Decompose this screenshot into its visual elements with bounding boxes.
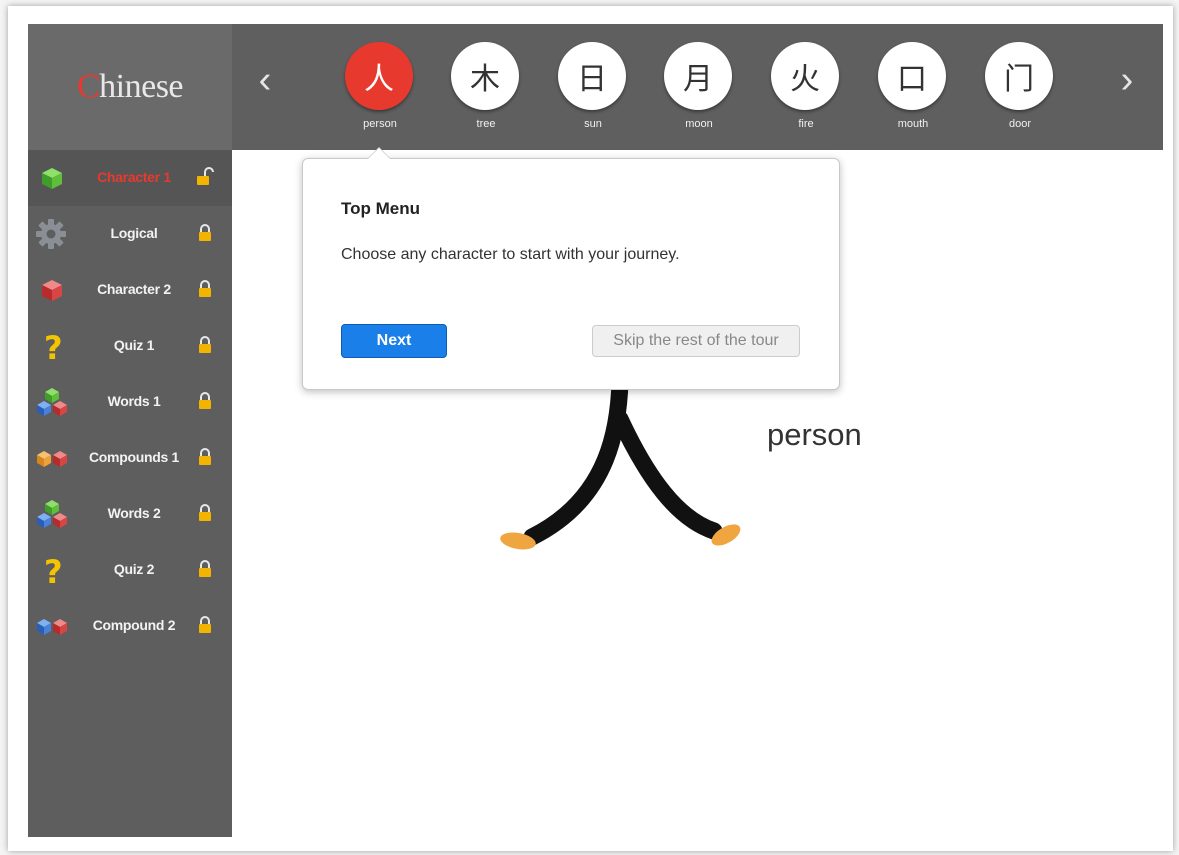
character-person[interactable]: 人 person [340,42,420,142]
sidebar-item-quiz-1[interactable]: ? Quiz 1 [28,318,232,374]
padlock-icon [199,392,211,409]
sidebar-item-words-1[interactable]: Words 1 [28,374,232,430]
cubes-pair-icon [37,619,67,635]
skip-tour-button[interactable]: Skip the rest of the tour [592,325,800,357]
sidebar-item-character-1[interactable]: Character 1 [28,150,232,206]
character-label: person [363,118,397,130]
padlock-icon [199,448,211,465]
character-glyph: 月 [664,42,732,110]
sidebar-item-quiz-2[interactable]: ? Quiz 2 [28,542,232,598]
character-glyph: 木 [451,42,519,110]
sidebar-item-label: Logical [110,225,158,241]
sidebar-item-character-2[interactable]: Character 2 [28,262,232,318]
red-cube-icon [42,280,62,301]
character-moon[interactable]: 月 moon [659,42,739,142]
character-glyph: 火 [771,42,839,110]
padlock-icon [199,616,211,633]
sidebar-item-words-2[interactable]: Words 2 [28,486,232,542]
character-glyph: 口 [878,42,946,110]
sidebar-item-compound-2[interactable]: Compound 2 [28,598,232,654]
top-menu: Chinese ‹ 人 person 木 tree 日 sun 月 moon 火 [28,24,1163,150]
character-label: sun [584,118,602,130]
sidebar-item-label: Character 1 [97,169,171,185]
character-label: door [1008,118,1032,130]
character-label: tree [476,118,496,130]
cubes-pair-icon [37,451,67,467]
character-glyph: 门 [985,42,1053,110]
cubes-stack-icon [37,388,67,416]
logo-accent-letter: C [76,68,100,105]
sidebar-item-label: Words 1 [107,393,161,409]
prev-arrow-button[interactable]: ‹ [250,58,280,102]
sidebar-item-logical[interactable]: Logical [28,206,232,262]
gear-icon [36,219,66,249]
sidebar-item-label: Compound 2 [92,617,176,633]
padlock-icon [199,336,211,353]
character-label: mouth [897,118,929,130]
question-mark-icon: ? [44,330,63,362]
svg-text:?: ? [44,554,63,586]
cubes-stack-icon [37,500,67,528]
character-glyph: 人 [345,42,413,110]
sidebar-item-label: Character 2 [97,281,171,297]
popover-pointer [367,147,391,159]
padlock-icon [199,280,211,297]
question-mark-icon: ? [44,554,63,586]
character-meaning: person [767,417,862,452]
padlock-icon [199,504,211,521]
sidebar-item-label: Compounds 1 [88,449,180,465]
tour-title: Top Menu [341,199,420,218]
sidebar-item-compounds-1[interactable]: Compounds 1 [28,430,232,486]
padlock-icon [199,560,211,577]
sidebar-item-label: Quiz 1 [113,337,155,353]
app-window: Chinese ‹ 人 person 木 tree 日 sun 月 moon 火 [28,24,1163,837]
sidebar-item-label: Quiz 2 [113,561,155,577]
character-sun[interactable]: 日 sun [553,42,633,142]
padlock-icon [199,224,211,241]
sidebar-item-label: Words 2 [107,505,161,521]
logo-area: Chinese [28,24,232,150]
logo-text: hinese [99,68,184,105]
character-mouth[interactable]: 口 mouth [873,42,953,142]
next-button[interactable]: Next [341,324,447,358]
character-door[interactable]: 门 door [980,42,1060,142]
tour-text: Choose any character to start with your … [341,246,680,263]
character-carousel: 人 person 木 tree 日 sun 月 moon 火 fire 口 mo… [340,42,1060,142]
green-cube-icon [42,168,62,189]
character-tree[interactable]: 木 tree [446,42,526,142]
next-arrow-button[interactable]: › [1112,58,1142,102]
character-label: moon [685,118,713,130]
logo[interactable]: Chinese [76,68,184,106]
character-label: fire [798,118,814,130]
tour-popover: Top Menu Choose any character to start w… [302,147,840,390]
unlocked-padlock-icon [197,167,214,185]
character-fire[interactable]: 火 fire [766,42,846,142]
character-glyph: 日 [558,42,626,110]
svg-text:?: ? [44,330,63,362]
lesson-sidebar: Character 1 Logical Character 2 ? Quiz 1… [28,150,232,837]
